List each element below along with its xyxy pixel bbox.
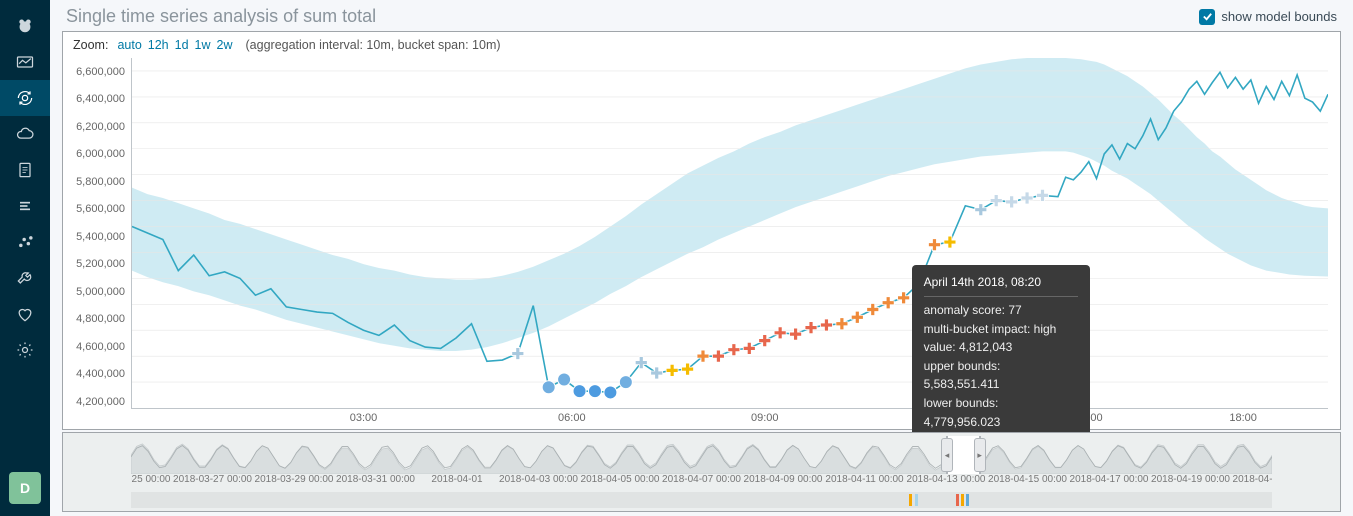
x-tick: 06:00 bbox=[558, 412, 586, 424]
y-tick: 4,200,000 bbox=[76, 396, 125, 408]
heart-icon[interactable] bbox=[0, 296, 50, 332]
zoom-1w[interactable]: 1w bbox=[192, 38, 214, 52]
overview-severity-bars bbox=[131, 492, 1272, 508]
x-tick: 12:00 bbox=[913, 412, 941, 424]
zoom-1d[interactable]: 1d bbox=[172, 38, 192, 52]
main-chart[interactable]: 03:0006:0009:0012:0015:0018:00 April 14t… bbox=[131, 58, 1328, 409]
overview-selection[interactable]: ◂ ▸ bbox=[946, 436, 981, 474]
severity-bar bbox=[961, 494, 964, 506]
y-axis: 4,200,000 4,400,000 4,600,000 4,800,000 5,00… bbox=[63, 58, 131, 429]
overview-tick: 2018-03-27 00:00 bbox=[173, 474, 252, 485]
y-tick: 6,200,000 bbox=[76, 121, 125, 133]
cloud-icon[interactable] bbox=[0, 116, 50, 152]
overview-tick: 2018-03-31 00:00 bbox=[336, 474, 415, 485]
bear-icon[interactable] bbox=[0, 8, 50, 44]
overview-tick: 2018-04-21 00:00 bbox=[1233, 474, 1272, 485]
handle-left[interactable]: ◂ bbox=[941, 438, 953, 472]
overview-tick: 2018-04-11 00:00 bbox=[825, 474, 903, 485]
x-tick: 03:00 bbox=[350, 412, 378, 424]
wrench-icon[interactable] bbox=[0, 260, 50, 296]
overview-timeline[interactable]: ◂ ▸ 2018-03-25 00:002018-03-27 00:002018… bbox=[62, 432, 1341, 512]
zoom-links: auto12h1d1w2w bbox=[114, 38, 235, 52]
x-tick: 18:00 bbox=[1229, 412, 1257, 424]
show-bounds-toggle[interactable]: show model bounds bbox=[1199, 9, 1337, 25]
overview-tick: 2018-04-19 00:00 bbox=[1151, 474, 1230, 485]
zoom-bar: Zoom: auto12h1d1w2w (aggregation interva… bbox=[63, 32, 1340, 58]
y-tick: 6,400,000 bbox=[76, 93, 125, 105]
gear-cycle-icon[interactable] bbox=[0, 80, 50, 116]
overview-tick: 2018-04-01 bbox=[431, 474, 482, 485]
clipboard-icon[interactable] bbox=[0, 152, 50, 188]
zoom-auto[interactable]: auto bbox=[114, 38, 144, 52]
user-avatar[interactable]: D bbox=[9, 472, 41, 504]
severity-bar bbox=[956, 494, 959, 506]
severity-bar bbox=[966, 494, 969, 506]
y-tick: 5,600,000 bbox=[76, 203, 125, 215]
y-tick: 5,400,000 bbox=[76, 231, 125, 243]
severity-bar bbox=[909, 494, 912, 506]
overview-tick: 2018-04-13 00:00 bbox=[907, 474, 986, 485]
overview-tick: 2018-04-17 00:00 bbox=[1070, 474, 1149, 485]
scatter-icon[interactable] bbox=[0, 224, 50, 260]
page-title: Single time series analysis of sum total bbox=[66, 6, 376, 27]
overview-tick: 2018-04-15 00:00 bbox=[988, 474, 1067, 485]
severity-bar bbox=[915, 494, 918, 506]
x-tick: 15:00 bbox=[1075, 412, 1103, 424]
zoom-label: Zoom: bbox=[73, 38, 108, 52]
y-tick: 5,000,000 bbox=[76, 286, 125, 298]
chart-container: Zoom: auto12h1d1w2w (aggregation interva… bbox=[62, 31, 1341, 430]
zoom-12h[interactable]: 12h bbox=[145, 38, 172, 52]
aggregation-text: (aggregation interval: 10m, bucket span:… bbox=[246, 38, 501, 52]
zoom-2w[interactable]: 2w bbox=[214, 38, 236, 52]
checkmark-icon bbox=[1199, 9, 1215, 25]
list-icon[interactable] bbox=[0, 188, 50, 224]
y-tick: 4,400,000 bbox=[76, 368, 125, 380]
y-tick: 4,800,000 bbox=[76, 313, 125, 325]
overview-tick: 2018-03-25 00:00 bbox=[131, 474, 170, 485]
overview-ticks: 2018-03-25 00:002018-03-27 00:002018-03-… bbox=[131, 474, 1272, 492]
y-tick: 5,800,000 bbox=[76, 176, 125, 188]
cog-icon[interactable] bbox=[0, 332, 50, 368]
app-sidebar: D bbox=[0, 0, 50, 516]
overview-tick: 2018-04-09 00:00 bbox=[744, 474, 823, 485]
main-panel: Single time series analysis of sum total… bbox=[50, 0, 1353, 516]
y-tick: 6,000,000 bbox=[76, 148, 125, 160]
overview-tick: 2018-04-07 00:00 bbox=[662, 474, 741, 485]
user-initial: D bbox=[20, 480, 30, 496]
overview-tick: 2018-04-05 00:00 bbox=[581, 474, 660, 485]
x-tick: 09:00 bbox=[751, 412, 779, 424]
show-bounds-label: show model bounds bbox=[1221, 9, 1337, 24]
dashboard-icon[interactable] bbox=[0, 44, 50, 80]
overview-tick: 2018-03-29 00:00 bbox=[255, 474, 334, 485]
y-tick: 6,600,000 bbox=[76, 66, 125, 78]
overview-tick: 2018-04-03 00:00 bbox=[499, 474, 578, 485]
y-tick: 4,600,000 bbox=[76, 341, 125, 353]
y-tick: 5,200,000 bbox=[76, 258, 125, 270]
handle-right[interactable]: ▸ bbox=[974, 438, 986, 472]
